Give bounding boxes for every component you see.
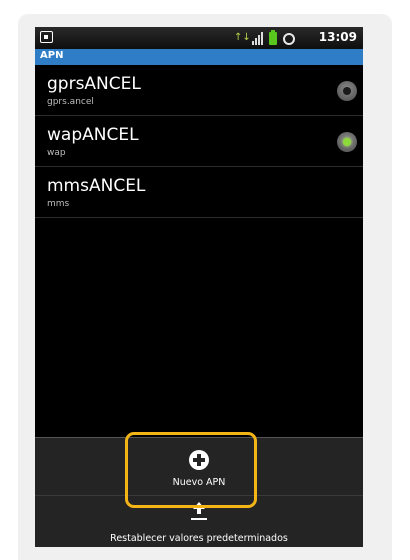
signal-icon [252,32,263,45]
apn-item-mmsancel[interactable]: mmsANCEL mms [35,167,363,218]
apn-radio-button[interactable] [337,81,357,101]
data-activity-icon: ↑↓ [234,32,251,43]
apn-value: gprs.ancel [47,97,94,107]
status-time: 13:09 [318,30,357,44]
apn-radio-button-selected[interactable] [337,132,357,152]
apn-name: mmsANCEL [47,176,146,196]
title-bar: APN [35,49,363,65]
apn-value: mms [47,199,70,209]
apn-value: wap [47,148,66,158]
highlight-frame [125,432,257,508]
status-icons: ↑↓ [234,30,295,45]
status-bar: ↑↓ 13:09 [35,27,363,49]
apn-item-gprsancel[interactable]: gprsANCEL gprs.ancel [35,65,363,116]
apn-list: gprsANCEL gprs.ancel wapANCEL wap mmsANC… [35,65,363,218]
apn-name: wapANCEL [47,125,139,145]
alarm-icon [283,33,295,45]
page-title: APN [40,50,64,61]
notification-icon [40,31,53,43]
battery-icon [269,30,277,45]
apn-name: gprsANCEL [47,74,141,94]
apn-item-wapancel[interactable]: wapANCEL wap [35,116,363,167]
reset-defaults-label: Restablecer valores predeterminados [110,533,288,544]
